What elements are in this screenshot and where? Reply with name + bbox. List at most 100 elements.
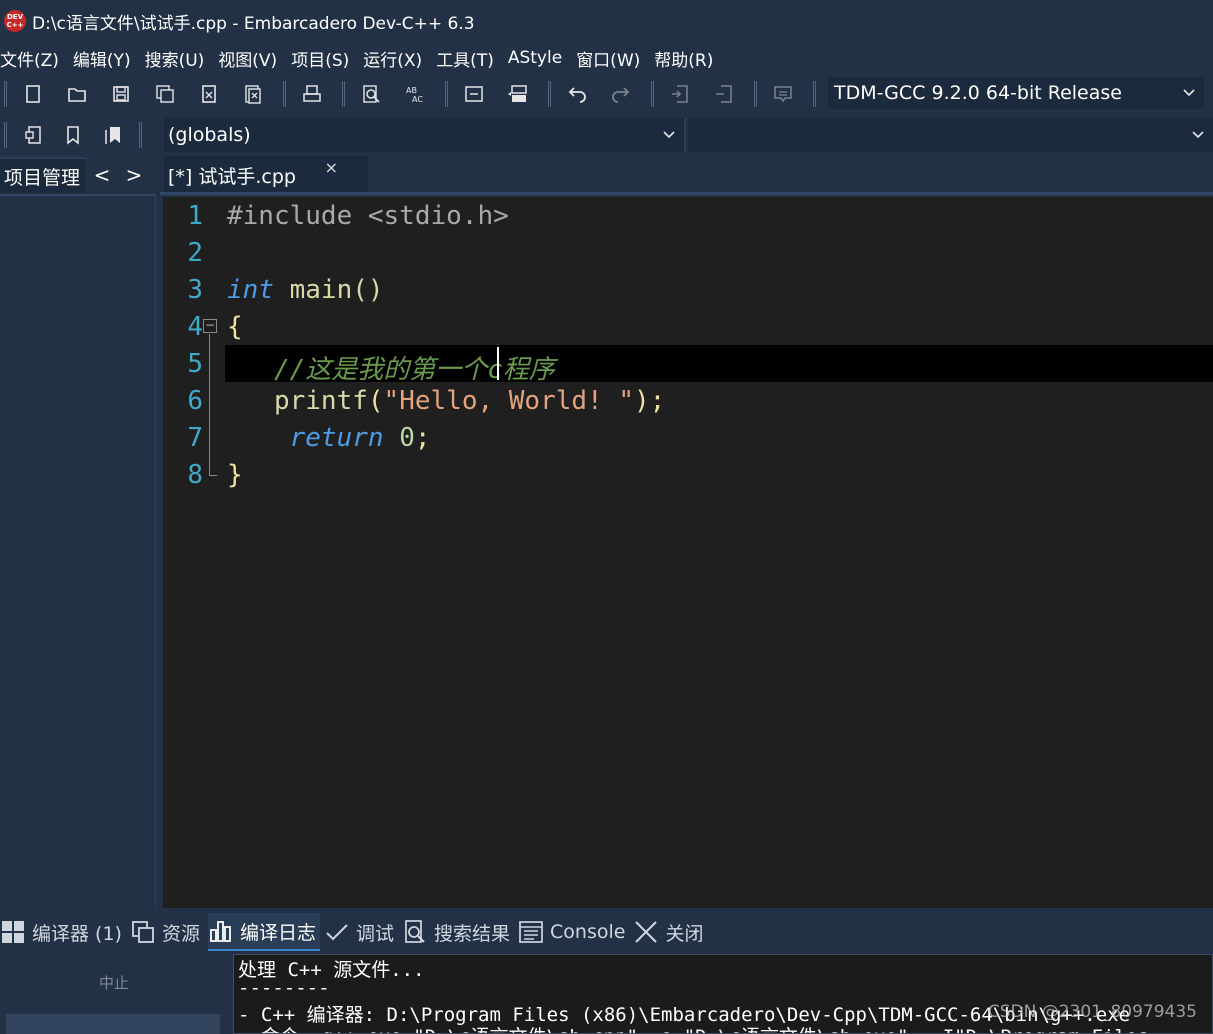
project-tree-panel[interactable]	[0, 194, 156, 910]
indent-button[interactable]	[662, 78, 698, 110]
tab-underline	[160, 192, 1213, 195]
open-button[interactable]	[59, 78, 95, 110]
menu-search[interactable]: 搜索(U)	[145, 46, 212, 71]
menu-help[interactable]: 帮助(R)	[654, 46, 720, 71]
open-paren: (	[367, 386, 384, 416]
bottom-tab-bar: 编译器 (1) 资源 编译日志 调试 搜索结果 Console 关闭	[0, 912, 1213, 952]
new-file-button[interactable]	[15, 78, 51, 110]
line-number: 7	[187, 423, 203, 453]
menu-file[interactable]: 文件(Z)	[0, 46, 66, 71]
menu-run[interactable]: 运行(X)	[363, 46, 429, 71]
tab-resources-label: 资源	[161, 922, 200, 945]
close-paren: );	[634, 386, 666, 416]
member-select[interactable]	[688, 118, 1213, 152]
menu-tools[interactable]: 工具(T)	[436, 46, 501, 71]
menu-astyle[interactable]: AStyle	[508, 48, 569, 68]
line-number: 3	[187, 275, 203, 305]
unindent-icon	[716, 85, 732, 103]
tab-console-label: Console	[550, 921, 626, 943]
print-button[interactable]	[294, 78, 330, 110]
goto-bookmark-button[interactable]	[95, 119, 131, 151]
comment-button[interactable]	[765, 78, 801, 110]
replace-button[interactable]: AB AC	[397, 78, 433, 110]
menu-edit[interactable]: 编辑(Y)	[73, 46, 138, 71]
replace-icon: ABAC	[406, 86, 423, 104]
save-button[interactable]	[103, 78, 139, 110]
undo-button[interactable]	[559, 78, 595, 110]
line-number: 8	[187, 460, 203, 490]
comment-icon	[774, 86, 792, 103]
goto-definition-button[interactable]	[500, 78, 536, 110]
watermark: CSDN @2301_80979435	[987, 1002, 1197, 1022]
bookmark-button[interactable]	[55, 119, 91, 151]
keyword-return: return	[289, 423, 384, 453]
goto-line-icon	[465, 86, 483, 102]
close-icon[interactable]: ×	[325, 158, 338, 177]
code-line-4: {	[227, 312, 243, 342]
compile-progress-bar	[6, 1014, 220, 1034]
printer-icon	[303, 85, 321, 102]
find-icon	[363, 85, 380, 103]
dev-cpp-window: DEV C++ D:\c语言文件\试试手.cpp - Embarcadero D…	[0, 0, 1213, 1034]
svg-text:AC: AC	[412, 95, 423, 104]
log-line: - 命令: g++.exe "D:\c语言文件\sb.cpp" -o "D:\c…	[238, 1022, 1149, 1033]
line-number: 4	[187, 312, 203, 342]
function-call: printf	[273, 386, 368, 416]
semicolon: ;	[414, 423, 431, 453]
goto-line-button[interactable]	[456, 78, 492, 110]
number-literal: 0	[399, 423, 415, 453]
tab-close-panel-label: 关闭	[665, 922, 704, 945]
menu-window[interactable]: 窗口(W)	[576, 46, 647, 71]
line-number: 2	[187, 238, 203, 268]
save-all-button[interactable]	[147, 78, 183, 110]
find-button[interactable]	[353, 78, 389, 110]
toolbar-separator	[4, 122, 7, 148]
tab-next-arrow[interactable]: >	[118, 163, 150, 187]
tab-debug-label: 调试	[356, 922, 395, 945]
line-number: 5	[187, 349, 203, 379]
line-number: 1	[187, 201, 203, 231]
tab-close-panel[interactable]: 关闭	[633, 913, 707, 951]
tab-project-manager[interactable]: 项目管理	[0, 157, 87, 193]
menu-view[interactable]: 视图(V)	[218, 46, 284, 71]
tab-compiler[interactable]: 编译器 (1)	[0, 913, 126, 951]
tab-console[interactable]: Console	[518, 913, 629, 951]
menu-project[interactable]: 项目(S)	[291, 46, 356, 71]
tab-search-results[interactable]: 搜索结果	[402, 913, 514, 951]
code-editor[interactable]: 1 2 3 4 5 6 7 8 − #include <stdio.h> int…	[163, 197, 1213, 908]
tab-prev-arrow[interactable]: <	[86, 163, 118, 187]
close-file-button[interactable]	[191, 78, 227, 110]
function-signature: main()	[273, 275, 384, 305]
class-browser-button[interactable]	[15, 119, 51, 151]
stop-button[interactable]: 中止	[0, 972, 228, 993]
tab-resources[interactable]: 资源	[130, 913, 204, 951]
close-file-icon	[202, 85, 216, 103]
open-brace: {	[227, 312, 243, 342]
tab-compile-log[interactable]: 编译日志	[207, 913, 320, 951]
line-number-gutter: 1 2 3 4 5 6 7 8 −	[163, 197, 225, 908]
chevron-down-icon	[1192, 131, 1204, 139]
title-bar: DEV C++ D:\c语言文件\试试手.cpp - Embarcadero D…	[0, 0, 1213, 42]
bar-chart-icon	[210, 921, 231, 942]
save-icon	[113, 86, 129, 102]
toolbar-separator	[651, 81, 654, 107]
dev-cpp-logo-icon: DEV C++	[4, 10, 26, 32]
fold-toggle-icon[interactable]: −	[203, 319, 217, 333]
toolbar-separator	[139, 122, 142, 148]
tab-file[interactable]: [*] 试试手.cpp ×	[164, 156, 368, 194]
tab-debug[interactable]: 调试	[324, 913, 398, 951]
scope-select[interactable]: (globals)	[164, 118, 686, 152]
unindent-button[interactable]	[706, 78, 742, 110]
menu-bar: 文件(Z) 编辑(Y) 搜索(U) 视图(V) 项目(S) 运行(X) 工具(T…	[0, 42, 1213, 74]
compiler-select-value: TDM-GCC 9.2.0 64-bit Release	[834, 82, 1122, 104]
close-all-button[interactable]	[235, 78, 271, 110]
toolbar-separator	[813, 81, 816, 107]
compile-log-output[interactable]: 处理 C++ 源文件... -------- - C++ 编译器: D:\Pro…	[233, 954, 1213, 1034]
compiler-select[interactable]: TDM-GCC 9.2.0 64-bit Release	[828, 77, 1204, 109]
close-brace: }	[227, 460, 243, 490]
logo-text-cpp: C++	[6, 21, 24, 29]
code-line-6: printf("Hello, World! ");	[227, 386, 665, 416]
redo-button[interactable]	[603, 78, 639, 110]
